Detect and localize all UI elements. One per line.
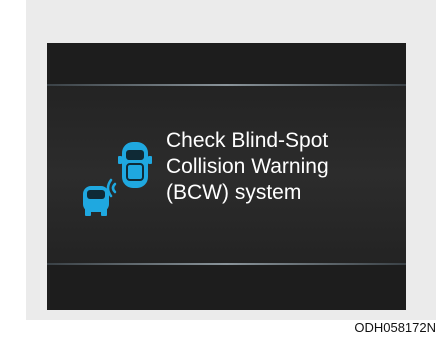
warning-message: Check Blind-Spot Collision Warning (BCW)… [166, 128, 329, 206]
band-bottom-edge [47, 263, 406, 265]
adjacent-car-icon [83, 186, 109, 216]
band-top-edge [47, 84, 406, 86]
message-line-2: Collision Warning [166, 155, 329, 178]
figure-code: ODH058172N [354, 320, 436, 335]
radar-wave-icon [106, 178, 117, 198]
blind-spot-collision-warning-icon [83, 142, 152, 216]
message-line-3: (BCW) system [166, 181, 302, 204]
own-car-icon [118, 142, 152, 188]
cluster-display: Check Blind-Spot Collision Warning (BCW)… [47, 43, 406, 310]
message-line-1: Check Blind-Spot [166, 129, 329, 152]
